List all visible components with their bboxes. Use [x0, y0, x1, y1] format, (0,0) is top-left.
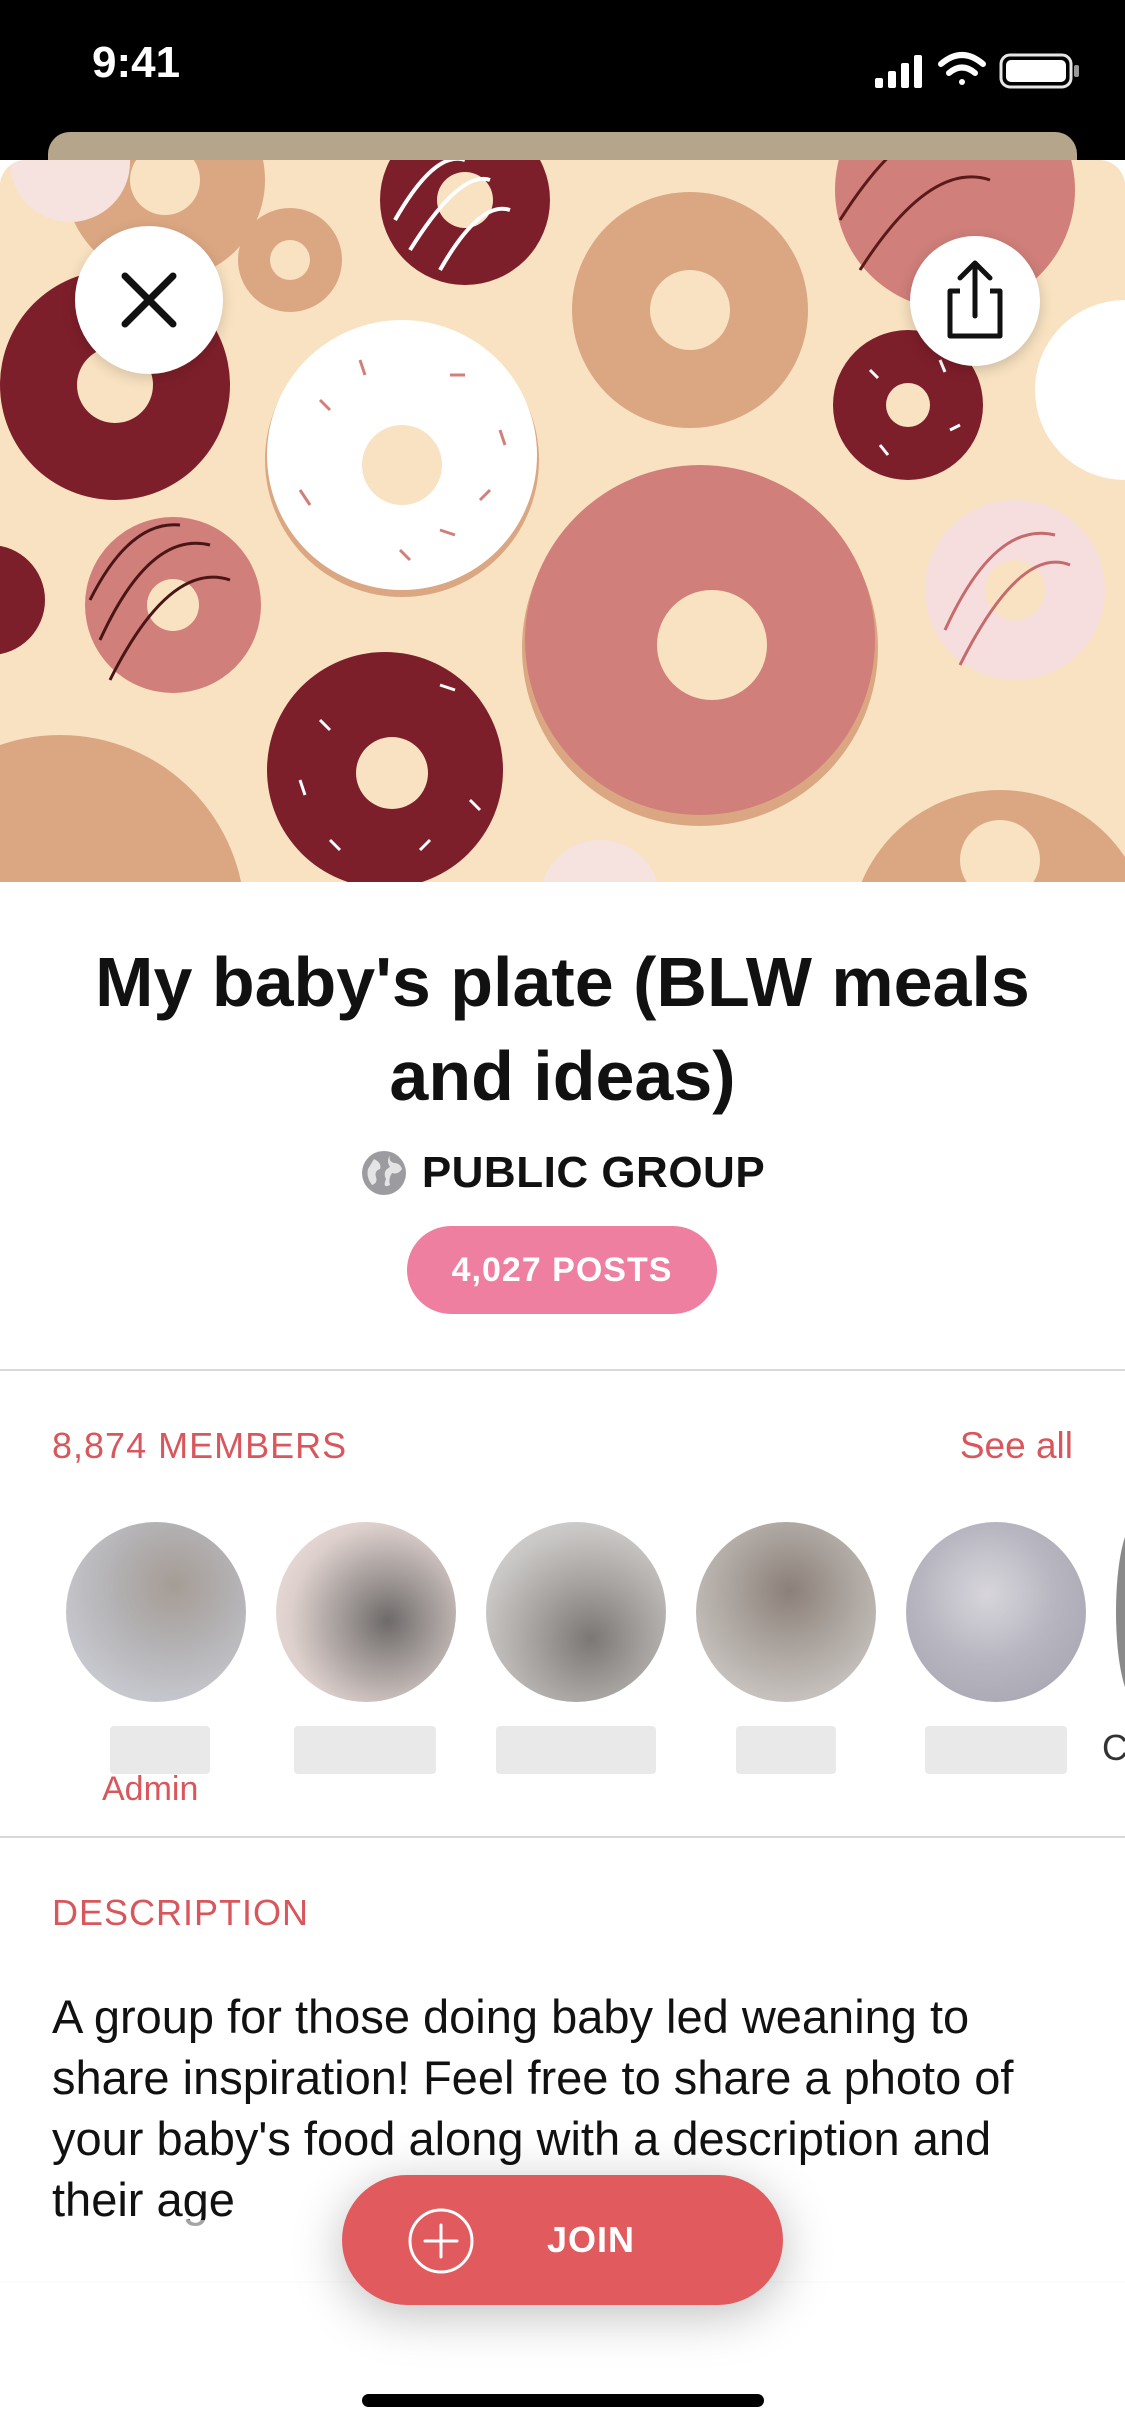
member-avatar[interactable] [486, 1522, 666, 1702]
members-count: 8,874 MEMBERS [52, 1425, 348, 1466]
status-time: 9:41 [92, 38, 181, 87]
close-icon [121, 272, 177, 328]
member-name-redacted [110, 1726, 210, 1774]
group-title: My baby's plate (BLW meals and ideas) [95, 943, 1030, 1115]
member-name-partial: C [1102, 1727, 1125, 1768]
plus-circle-icon [408, 2208, 474, 2274]
member-avatar[interactable] [276, 1522, 456, 1702]
member-avatar-partial[interactable] [1116, 1522, 1125, 1702]
member-avatar[interactable] [696, 1522, 876, 1702]
description-heading: DESCRIPTION [52, 1892, 310, 1933]
join-label: JOIN [547, 2219, 636, 2260]
group-type-label: PUBLIC GROUP [421, 1148, 766, 1197]
home-indicator[interactable] [362, 2394, 764, 2407]
member-avatar[interactable] [906, 1522, 1086, 1702]
status-icons [875, 52, 1079, 89]
share-icon [947, 260, 1003, 339]
member-name-redacted [496, 1726, 656, 1774]
see-all-members-link[interactable]: See all [960, 1425, 1073, 1467]
wifi-icon [938, 52, 986, 85]
member-name-redacted [736, 1726, 836, 1774]
battery-icon [999, 53, 1079, 89]
member-avatar[interactable] [66, 1522, 246, 1702]
join-button[interactable]: JOIN [342, 2175, 783, 2305]
member-name-redacted [925, 1726, 1067, 1774]
close-button[interactable] [75, 226, 223, 374]
group-type-row: PUBLIC GROUP [0, 1148, 1125, 1198]
globe-icon [361, 1151, 406, 1195]
posts-count-button[interactable]: 4,027 POSTS [407, 1226, 717, 1314]
signal-icon [875, 55, 922, 88]
divider [0, 1836, 1125, 1838]
share-button[interactable] [910, 236, 1040, 366]
admin-badge: Admin [102, 1770, 199, 1808]
divider [0, 1369, 1125, 1371]
member-name-redacted [294, 1726, 436, 1774]
